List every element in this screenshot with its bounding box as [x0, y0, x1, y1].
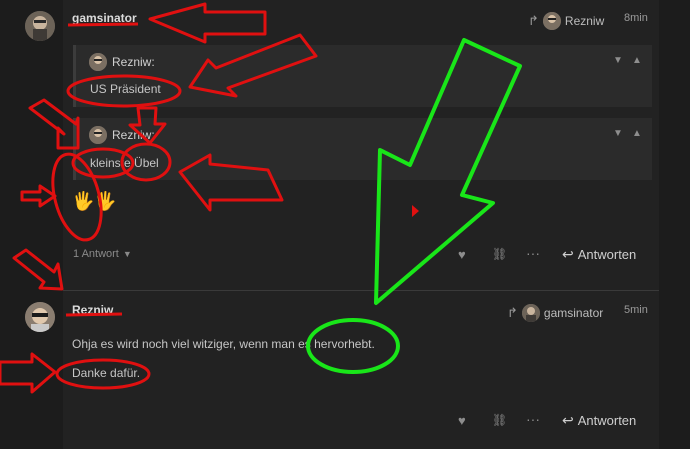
reply-arrow-icon: ↱	[507, 305, 518, 320]
more-icon[interactable]: ···	[526, 411, 540, 427]
quote-block[interactable]: Rezniw: US Präsident ▼ ▲	[73, 45, 652, 107]
quote-text: kleinste Übel	[90, 156, 159, 170]
reply-to-name: gamsinator	[543, 306, 604, 320]
quote-avatar	[89, 53, 107, 71]
replies-count: 1 Antwort	[73, 248, 119, 260]
link-icon[interactable]: ⛓	[492, 413, 507, 427]
post-text-line: Danke dafür.	[72, 366, 141, 380]
red-arrow	[20, 184, 57, 208]
quote-author: Rezniw:	[112, 128, 155, 142]
chevron-down-icon[interactable]: ▼	[613, 128, 623, 139]
reply-to-avatar	[521, 304, 540, 322]
emoji-hands: 🖐🖐	[72, 191, 117, 211]
post-time[interactable]: 5min	[624, 304, 648, 316]
post-author[interactable]: gamsinator	[72, 11, 137, 25]
reply-arrow-icon: ↱	[528, 13, 539, 28]
replies-toggle[interactable]: 1 Antwort ▼	[73, 248, 132, 260]
post-divider	[63, 290, 659, 291]
chevron-down-icon[interactable]: ▼	[613, 55, 623, 66]
post-time[interactable]: 8min	[624, 12, 648, 24]
red-arrow	[0, 352, 57, 394]
reply-to-indicator[interactable]: ↱ Rezniw	[528, 12, 604, 30]
arrow-up-icon[interactable]: ▲	[632, 128, 642, 139]
red-arrow	[12, 248, 64, 291]
quote-text: US Präsident	[90, 82, 161, 96]
post-author[interactable]: Rezniw	[72, 303, 113, 317]
link-icon[interactable]: ⛓	[492, 247, 507, 261]
quote-author: Rezniw:	[112, 55, 155, 69]
reply-button[interactable]: ↩ Antworten	[562, 246, 636, 263]
reply-label: Antworten	[577, 247, 637, 262]
chevron-down-icon: ▼	[122, 249, 132, 259]
avatar[interactable]	[25, 11, 55, 41]
heart-icon[interactable]: ♥	[458, 413, 466, 428]
reply-to-name: Rezniw	[564, 14, 605, 28]
reply-to-avatar	[542, 12, 561, 30]
post-text-line: Ohja es wird noch viel witziger, wenn ma…	[72, 337, 375, 351]
reply-button[interactable]: ↩ Antworten	[562, 412, 636, 429]
quote-avatar	[89, 126, 107, 144]
arrow-up-icon[interactable]: ▲	[632, 55, 642, 66]
more-icon[interactable]: ···	[526, 245, 540, 261]
heart-icon[interactable]: ♥	[458, 247, 466, 262]
reply-label: Antworten	[577, 413, 637, 428]
reply-icon: ↩	[562, 412, 574, 428]
avatar[interactable]	[25, 302, 55, 332]
quote-block[interactable]: Rezniw: kleinste Übel ▼ ▲	[73, 118, 652, 180]
reply-to-indicator[interactable]: ↱ gamsinator	[507, 304, 603, 322]
reply-icon: ↩	[562, 246, 574, 262]
